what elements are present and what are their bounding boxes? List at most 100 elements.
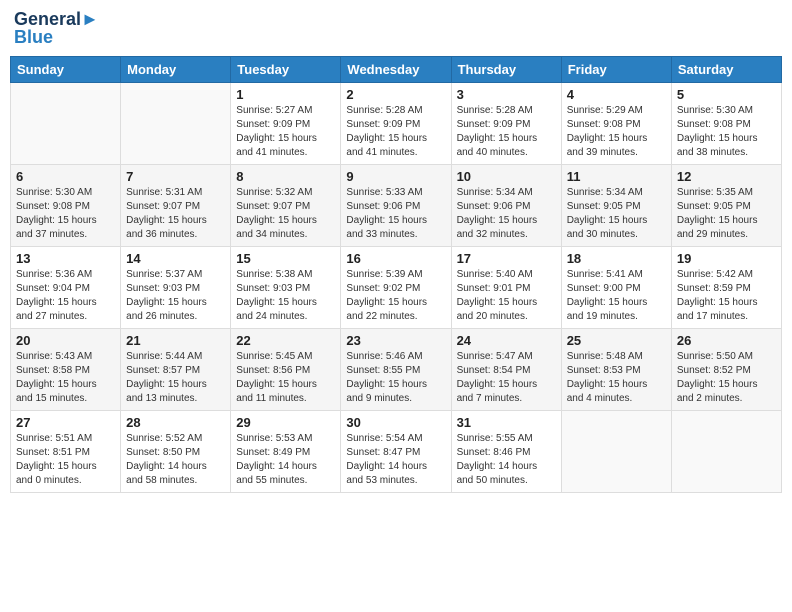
calendar-cell: 4 Sunrise: 5:29 AM Sunset: 9:08 PM Daylig… bbox=[561, 82, 671, 164]
day-info: Sunrise: 5:34 AM Sunset: 9:06 PM Dayligh… bbox=[457, 186, 556, 242]
weekday-header: Sunday bbox=[11, 56, 121, 82]
day-number: 31 bbox=[457, 415, 556, 430]
day-info: Sunrise: 5:45 AM Sunset: 8:56 PM Dayligh… bbox=[236, 350, 335, 406]
calendar-header-row: SundayMondayTuesdayWednesdayThursdayFrid… bbox=[11, 56, 782, 82]
calendar-week-row: 1Sunrise: 5:27 AM Sunset: 9:09 PM Daylig… bbox=[11, 82, 782, 164]
weekday-header: Tuesday bbox=[231, 56, 341, 82]
day-info: Sunrise: 5:42 AM Sunset: 8:59 PM Dayligh… bbox=[677, 268, 776, 324]
calendar-cell bbox=[671, 410, 781, 492]
calendar-week-row: 20Sunrise: 5:43 AM Sunset: 8:58 PM Dayli… bbox=[11, 328, 782, 410]
calendar-week-row: 6 Sunrise: 5:30 AM Sunset: 9:08 PM Daylig… bbox=[11, 164, 782, 246]
day-number: 30 bbox=[346, 415, 445, 430]
day-number: 3 bbox=[457, 87, 556, 102]
day-info: Sunrise: 5:50 AM Sunset: 8:52 PM Dayligh… bbox=[677, 350, 776, 406]
day-number: 13 bbox=[16, 251, 115, 266]
calendar-cell: 18 Sunrise: 5:41 AM Sunset: 9:00 PM Dayli… bbox=[561, 246, 671, 328]
day-number: 7 bbox=[126, 169, 225, 184]
day-info: Sunrise: 5:54 AM Sunset: 8:47 PM Dayligh… bbox=[346, 432, 445, 488]
day-number: 12 bbox=[677, 169, 776, 184]
day-info: Sunrise: 5:37 AM Sunset: 9:03 PM Dayligh… bbox=[126, 268, 225, 324]
weekday-header: Wednesday bbox=[341, 56, 451, 82]
weekday-header: Friday bbox=[561, 56, 671, 82]
calendar-cell: 21 Sunrise: 5:44 AM Sunset: 8:57 PM Dayli… bbox=[121, 328, 231, 410]
day-number: 4 bbox=[567, 87, 666, 102]
day-number: 18 bbox=[567, 251, 666, 266]
calendar-cell: 16 Sunrise: 5:39 AM Sunset: 9:02 PM Dayli… bbox=[341, 246, 451, 328]
day-info: Sunrise: 5:33 AM Sunset: 9:06 PM Dayligh… bbox=[346, 186, 445, 242]
day-info: Sunrise: 5:55 AM Sunset: 8:46 PM Dayligh… bbox=[457, 432, 556, 488]
day-number: 26 bbox=[677, 333, 776, 348]
calendar-cell: 10 Sunrise: 5:34 AM Sunset: 9:06 PM Dayli… bbox=[451, 164, 561, 246]
page-header: General► Blue bbox=[10, 10, 782, 48]
calendar-cell bbox=[121, 82, 231, 164]
calendar-cell: 2 Sunrise: 5:28 AM Sunset: 9:09 PM Daylig… bbox=[341, 82, 451, 164]
day-info: Sunrise: 5:29 AM Sunset: 9:08 PM Dayligh… bbox=[567, 104, 666, 160]
calendar-cell: 24 Sunrise: 5:47 AM Sunset: 8:54 PM Dayli… bbox=[451, 328, 561, 410]
day-number: 21 bbox=[126, 333, 225, 348]
day-number: 15 bbox=[236, 251, 335, 266]
day-number: 5 bbox=[677, 87, 776, 102]
calendar-cell: 5 Sunrise: 5:30 AM Sunset: 9:08 PM Daylig… bbox=[671, 82, 781, 164]
day-number: 19 bbox=[677, 251, 776, 266]
day-number: 10 bbox=[457, 169, 556, 184]
calendar-cell: 20Sunrise: 5:43 AM Sunset: 8:58 PM Dayli… bbox=[11, 328, 121, 410]
calendar-week-row: 27 Sunrise: 5:51 AM Sunset: 8:51 PM Dayli… bbox=[11, 410, 782, 492]
day-info: Sunrise: 5:27 AM Sunset: 9:09 PM Dayligh… bbox=[236, 104, 335, 160]
calendar-week-row: 13Sunrise: 5:36 AM Sunset: 9:04 PM Dayli… bbox=[11, 246, 782, 328]
weekday-header: Thursday bbox=[451, 56, 561, 82]
logo: General► Blue bbox=[14, 10, 99, 48]
day-info: Sunrise: 5:39 AM Sunset: 9:02 PM Dayligh… bbox=[346, 268, 445, 324]
day-number: 20 bbox=[16, 333, 115, 348]
day-info: Sunrise: 5:28 AM Sunset: 9:09 PM Dayligh… bbox=[457, 104, 556, 160]
calendar-cell bbox=[561, 410, 671, 492]
calendar-cell: 29 Sunrise: 5:53 AM Sunset: 8:49 PM Dayli… bbox=[231, 410, 341, 492]
day-number: 14 bbox=[126, 251, 225, 266]
day-info: Sunrise: 5:46 AM Sunset: 8:55 PM Dayligh… bbox=[346, 350, 445, 406]
day-info: Sunrise: 5:31 AM Sunset: 9:07 PM Dayligh… bbox=[126, 186, 225, 242]
day-number: 24 bbox=[457, 333, 556, 348]
day-number: 16 bbox=[346, 251, 445, 266]
day-info: Sunrise: 5:51 AM Sunset: 8:51 PM Dayligh… bbox=[16, 432, 115, 488]
calendar-cell: 14 Sunrise: 5:37 AM Sunset: 9:03 PM Dayli… bbox=[121, 246, 231, 328]
calendar-cell: 25 Sunrise: 5:48 AM Sunset: 8:53 PM Dayli… bbox=[561, 328, 671, 410]
calendar-cell: 31 Sunrise: 5:55 AM Sunset: 8:46 PM Dayli… bbox=[451, 410, 561, 492]
day-number: 28 bbox=[126, 415, 225, 430]
day-number: 29 bbox=[236, 415, 335, 430]
day-info: Sunrise: 5:52 AM Sunset: 8:50 PM Dayligh… bbox=[126, 432, 225, 488]
calendar-cell: 22 Sunrise: 5:45 AM Sunset: 8:56 PM Dayli… bbox=[231, 328, 341, 410]
day-info: Sunrise: 5:34 AM Sunset: 9:05 PM Dayligh… bbox=[567, 186, 666, 242]
day-number: 2 bbox=[346, 87, 445, 102]
calendar-cell: 30 Sunrise: 5:54 AM Sunset: 8:47 PM Dayli… bbox=[341, 410, 451, 492]
day-number: 23 bbox=[346, 333, 445, 348]
weekday-header: Saturday bbox=[671, 56, 781, 82]
calendar-cell: 6 Sunrise: 5:30 AM Sunset: 9:08 PM Daylig… bbox=[11, 164, 121, 246]
day-info: Sunrise: 5:53 AM Sunset: 8:49 PM Dayligh… bbox=[236, 432, 335, 488]
day-info: Sunrise: 5:41 AM Sunset: 9:00 PM Dayligh… bbox=[567, 268, 666, 324]
day-info: Sunrise: 5:47 AM Sunset: 8:54 PM Dayligh… bbox=[457, 350, 556, 406]
day-info: Sunrise: 5:32 AM Sunset: 9:07 PM Dayligh… bbox=[236, 186, 335, 242]
calendar-cell: 28 Sunrise: 5:52 AM Sunset: 8:50 PM Dayli… bbox=[121, 410, 231, 492]
day-info: Sunrise: 5:48 AM Sunset: 8:53 PM Dayligh… bbox=[567, 350, 666, 406]
calendar-cell: 19 Sunrise: 5:42 AM Sunset: 8:59 PM Dayli… bbox=[671, 246, 781, 328]
day-number: 6 bbox=[16, 169, 115, 184]
calendar-cell: 17Sunrise: 5:40 AM Sunset: 9:01 PM Dayli… bbox=[451, 246, 561, 328]
day-number: 9 bbox=[346, 169, 445, 184]
day-number: 8 bbox=[236, 169, 335, 184]
calendar-cell: 8 Sunrise: 5:32 AM Sunset: 9:07 PM Daylig… bbox=[231, 164, 341, 246]
calendar-cell bbox=[11, 82, 121, 164]
day-info: Sunrise: 5:28 AM Sunset: 9:09 PM Dayligh… bbox=[346, 104, 445, 160]
day-number: 22 bbox=[236, 333, 335, 348]
calendar-cell: 3 Sunrise: 5:28 AM Sunset: 9:09 PM Daylig… bbox=[451, 82, 561, 164]
calendar-cell: 15 Sunrise: 5:38 AM Sunset: 9:03 PM Dayli… bbox=[231, 246, 341, 328]
day-info: Sunrise: 5:38 AM Sunset: 9:03 PM Dayligh… bbox=[236, 268, 335, 324]
day-info: Sunrise: 5:35 AM Sunset: 9:05 PM Dayligh… bbox=[677, 186, 776, 242]
logo-text-blue: Blue bbox=[14, 28, 99, 48]
day-info: Sunrise: 5:30 AM Sunset: 9:08 PM Dayligh… bbox=[677, 104, 776, 160]
day-info: Sunrise: 5:30 AM Sunset: 9:08 PM Dayligh… bbox=[16, 186, 115, 242]
day-number: 25 bbox=[567, 333, 666, 348]
day-info: Sunrise: 5:44 AM Sunset: 8:57 PM Dayligh… bbox=[126, 350, 225, 406]
calendar-cell: 11Sunrise: 5:34 AM Sunset: 9:05 PM Dayli… bbox=[561, 164, 671, 246]
calendar-cell: 23 Sunrise: 5:46 AM Sunset: 8:55 PM Dayli… bbox=[341, 328, 451, 410]
weekday-header: Monday bbox=[121, 56, 231, 82]
day-number: 27 bbox=[16, 415, 115, 430]
